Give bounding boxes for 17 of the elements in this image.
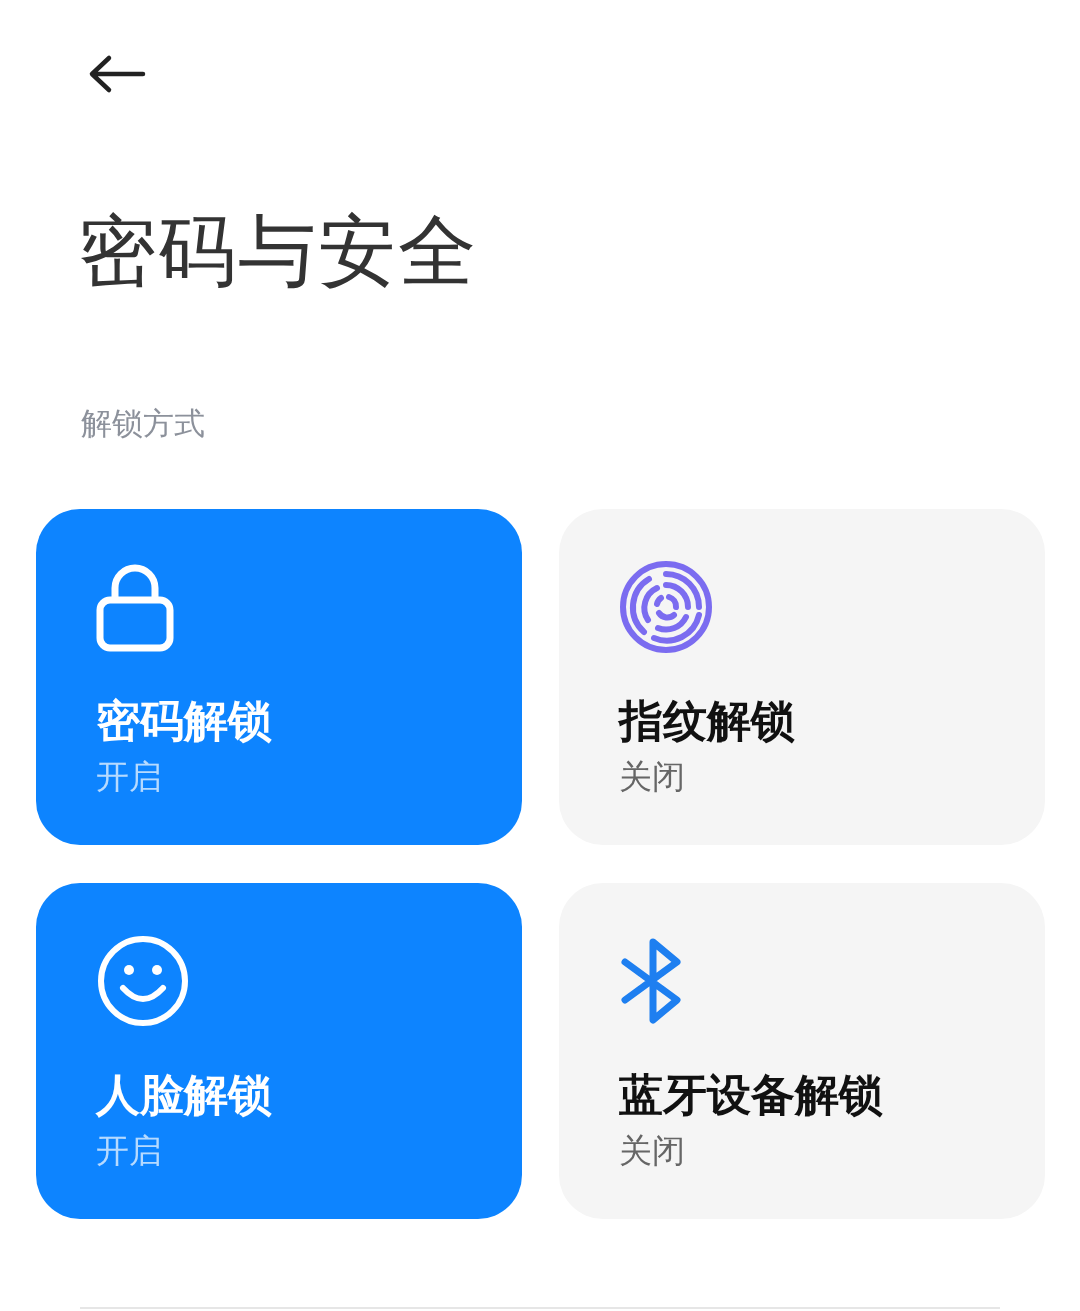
method-name: 蓝牙设备解锁: [619, 1071, 883, 1120]
page-title: 密码与安全: [78, 212, 479, 290]
method-status: 开启: [96, 759, 162, 796]
method-name: 人脸解锁: [96, 1071, 272, 1120]
method-status: 开启: [96, 1133, 162, 1170]
unlock-method-card[interactable]: 指纹解锁 关闭: [559, 509, 1045, 845]
section-label: 解锁方式: [81, 408, 206, 439]
unlock-method-card[interactable]: 人脸解锁 开启: [36, 883, 522, 1219]
unlock-method-card[interactable]: 蓝牙设备解锁 关闭: [559, 883, 1045, 1219]
method-status: 关闭: [619, 759, 685, 796]
lock-icon: [96, 562, 174, 652]
fingerprint-icon: [619, 560, 713, 654]
method-status: 关闭: [619, 1133, 685, 1170]
unlock-method-card[interactable]: 密码解锁 开启: [36, 509, 522, 845]
method-name: 密码解锁: [96, 697, 272, 746]
method-name: 指纹解锁: [619, 697, 795, 746]
smiley-face-icon: [96, 934, 190, 1028]
